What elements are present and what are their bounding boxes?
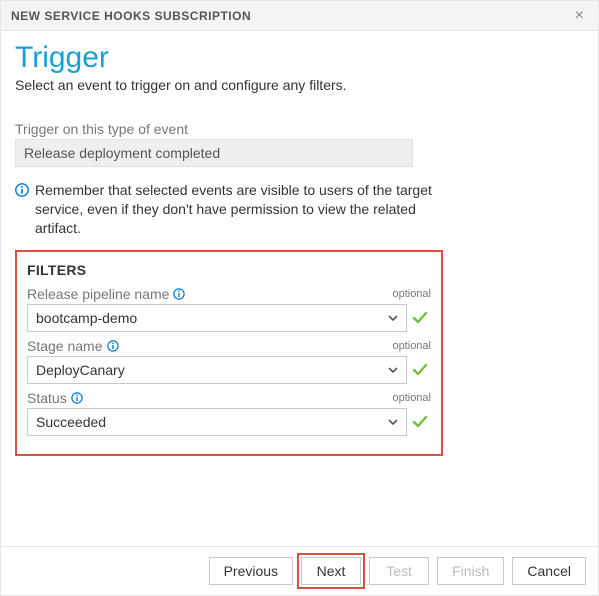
release-pipeline-select[interactable]: bootcamp-demo xyxy=(27,304,407,332)
page-heading: Trigger xyxy=(15,41,584,75)
stage-name-value: DeployCanary xyxy=(36,362,125,378)
filters-section: FILTERS Release pipeline name optional b… xyxy=(15,250,443,456)
status-value: Succeeded xyxy=(36,414,106,430)
chevron-down-icon xyxy=(386,363,400,377)
next-button[interactable]: Next xyxy=(301,557,361,585)
event-type-label: Trigger on this type of event xyxy=(15,121,584,137)
dialog-content: Trigger Select an event to trigger on an… xyxy=(1,31,598,456)
dialog-footer: Previous Next Test Finish Cancel xyxy=(1,546,598,595)
optional-tag: optional xyxy=(392,288,431,300)
chevron-down-icon xyxy=(386,415,400,429)
event-type-value: Release deployment completed xyxy=(24,145,220,161)
info-icon[interactable] xyxy=(71,392,83,404)
optional-tag: optional xyxy=(392,340,431,352)
dialog-title: NEW SERVICE HOOKS SUBSCRIPTION xyxy=(11,1,251,31)
info-message: Remember that selected events are visibl… xyxy=(15,181,440,238)
filter-release-pipeline: Release pipeline name optional bootcamp-… xyxy=(27,286,431,332)
stage-name-select[interactable]: DeployCanary xyxy=(27,356,407,384)
previous-button[interactable]: Previous xyxy=(209,557,293,585)
filter-label: Release pipeline name xyxy=(27,286,169,302)
chevron-down-icon xyxy=(386,311,400,325)
filter-label: Status xyxy=(27,390,67,406)
release-pipeline-value: bootcamp-demo xyxy=(36,310,137,326)
finish-button: Finish xyxy=(437,557,504,585)
checkmark-icon xyxy=(411,309,429,327)
filter-stage-name: Stage name optional DeployCanary xyxy=(27,338,431,384)
filters-heading: FILTERS xyxy=(27,262,431,278)
status-select[interactable]: Succeeded xyxy=(27,408,407,436)
close-icon[interactable]: × xyxy=(571,1,588,31)
event-type-select[interactable]: Release deployment completed xyxy=(15,139,413,167)
checkmark-icon xyxy=(411,361,429,379)
filter-status: Status optional Succeeded xyxy=(27,390,431,436)
checkmark-icon xyxy=(411,413,429,431)
optional-tag: optional xyxy=(392,392,431,404)
info-icon xyxy=(15,183,29,197)
info-text: Remember that selected events are visibl… xyxy=(35,181,440,238)
info-icon[interactable] xyxy=(107,340,119,352)
filter-label: Stage name xyxy=(27,338,103,354)
cancel-button[interactable]: Cancel xyxy=(512,557,586,585)
page-subtitle: Select an event to trigger on and config… xyxy=(15,77,584,93)
info-icon[interactable] xyxy=(173,288,185,300)
dialog-titlebar: NEW SERVICE HOOKS SUBSCRIPTION × xyxy=(1,1,598,31)
test-button: Test xyxy=(369,557,429,585)
